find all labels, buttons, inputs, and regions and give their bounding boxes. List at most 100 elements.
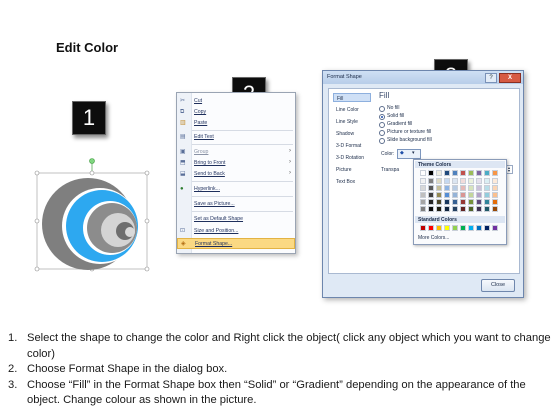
- theme-color-swatch[interactable]: [452, 199, 458, 205]
- theme-color-swatch[interactable]: [492, 192, 498, 198]
- theme-color-swatch[interactable]: [452, 178, 458, 184]
- category-text-box[interactable]: Text Box: [333, 177, 371, 186]
- standard-color-swatch[interactable]: [468, 225, 474, 231]
- theme-color-swatch[interactable]: [492, 206, 498, 212]
- theme-color-swatch[interactable]: [484, 206, 490, 212]
- standard-color-swatch[interactable]: [460, 225, 466, 231]
- color-picker-button[interactable]: ◆ ▾: [397, 149, 421, 159]
- menu-item-hyperlink[interactable]: ● Hyperlink...: [177, 184, 295, 194]
- theme-color-swatch[interactable]: [460, 170, 466, 176]
- theme-color-swatch[interactable]: [444, 185, 450, 191]
- theme-color-swatch[interactable]: [452, 185, 458, 191]
- theme-color-swatch[interactable]: [452, 206, 458, 212]
- standard-color-swatch[interactable]: [444, 225, 450, 231]
- theme-color-swatch[interactable]: [452, 192, 458, 198]
- theme-color-swatch[interactable]: [444, 199, 450, 205]
- menu-item-send-to-back[interactable]: ⬓ Send to Back ›: [177, 169, 295, 179]
- menu-item-set-default-shape[interactable]: Set as Default Shape: [177, 214, 295, 224]
- category-fill[interactable]: Fill: [333, 93, 371, 102]
- theme-color-swatch[interactable]: [476, 192, 482, 198]
- category-3d-rotation[interactable]: 3-D Rotation: [333, 153, 371, 162]
- theme-color-swatch[interactable]: [460, 192, 466, 198]
- menu-item-bring-to-front[interactable]: ⬒ Bring to Front ›: [177, 158, 295, 168]
- theme-color-swatch[interactable]: [428, 185, 434, 191]
- theme-color-swatch[interactable]: [420, 178, 426, 184]
- theme-color-swatch[interactable]: [452, 170, 458, 176]
- theme-color-swatch[interactable]: [484, 199, 490, 205]
- theme-color-swatch[interactable]: [420, 192, 426, 198]
- theme-color-swatch[interactable]: [436, 206, 442, 212]
- theme-color-swatch[interactable]: [436, 185, 442, 191]
- theme-color-swatch[interactable]: [436, 178, 442, 184]
- more-colors-link[interactable]: More Colors...: [418, 235, 449, 241]
- radio-picture-fill[interactable]: Picture or texture fill: [379, 129, 499, 136]
- theme-color-swatch[interactable]: [468, 185, 474, 191]
- theme-color-swatch[interactable]: [444, 170, 450, 176]
- theme-color-swatch[interactable]: [428, 199, 434, 205]
- help-button[interactable]: ?: [485, 73, 497, 83]
- theme-color-swatch[interactable]: [460, 178, 466, 184]
- theme-color-swatch[interactable]: [468, 170, 474, 176]
- standard-color-swatch[interactable]: [420, 225, 426, 231]
- theme-color-swatch[interactable]: [468, 199, 474, 205]
- menu-item-edit-text[interactable]: ▤ Edit Text: [177, 132, 295, 142]
- theme-color-swatch[interactable]: [428, 206, 434, 212]
- menu-item-save-as-picture[interactable]: Save as Picture...: [177, 199, 295, 209]
- menu-item-paste[interactable]: ▥ Paste: [177, 118, 295, 128]
- standard-color-swatch[interactable]: [452, 225, 458, 231]
- theme-color-swatch[interactable]: [444, 178, 450, 184]
- theme-color-swatch[interactable]: [436, 199, 442, 205]
- theme-color-swatch[interactable]: [444, 206, 450, 212]
- category-shadow[interactable]: Shadow: [333, 129, 371, 138]
- theme-color-swatch[interactable]: [468, 192, 474, 198]
- standard-color-swatch[interactable]: [428, 225, 434, 231]
- standard-color-swatch[interactable]: [436, 225, 442, 231]
- theme-color-swatch[interactable]: [476, 199, 482, 205]
- theme-color-swatch[interactable]: [444, 192, 450, 198]
- close-button[interactable]: Close: [481, 279, 515, 292]
- theme-color-swatch[interactable]: [484, 185, 490, 191]
- theme-color-swatch[interactable]: [492, 170, 498, 176]
- theme-color-swatch[interactable]: [484, 178, 490, 184]
- theme-color-swatch[interactable]: [476, 170, 482, 176]
- theme-color-swatch[interactable]: [428, 192, 434, 198]
- category-picture[interactable]: Picture: [333, 165, 371, 174]
- theme-color-swatch[interactable]: [428, 170, 434, 176]
- standard-color-swatch[interactable]: [484, 225, 490, 231]
- menu-item-cut[interactable]: ✂ Cut: [177, 96, 295, 106]
- theme-color-swatch[interactable]: [428, 178, 434, 184]
- menu-item-format-shape[interactable]: ◈ Format Shape...: [177, 238, 295, 249]
- theme-color-swatch[interactable]: [468, 178, 474, 184]
- category-line-color[interactable]: Line Color: [333, 105, 371, 114]
- theme-color-swatch[interactable]: [492, 185, 498, 191]
- standard-color-swatch[interactable]: [492, 225, 498, 231]
- theme-color-swatch[interactable]: [460, 185, 466, 191]
- theme-color-swatch[interactable]: [436, 192, 442, 198]
- close-window-button[interactable]: X: [499, 73, 521, 83]
- theme-color-swatch[interactable]: [484, 192, 490, 198]
- theme-color-swatch[interactable]: [476, 206, 482, 212]
- theme-color-swatch[interactable]: [436, 170, 442, 176]
- theme-color-swatch[interactable]: [468, 206, 474, 212]
- theme-color-swatch[interactable]: [420, 185, 426, 191]
- radio-slide-background-fill[interactable]: Slide background fill: [379, 137, 499, 144]
- radio-no-fill[interactable]: No fill: [379, 105, 499, 112]
- theme-color-swatch[interactable]: [420, 170, 426, 176]
- menu-item-size-and-position[interactable]: ⊡ Size and Position...: [177, 226, 295, 236]
- menu-item-group[interactable]: ▣ Group ›: [177, 147, 295, 157]
- menu-item-copy[interactable]: ⧉ Copy: [177, 107, 295, 117]
- selected-shape[interactable]: [30, 156, 154, 274]
- theme-color-swatch[interactable]: [476, 178, 482, 184]
- theme-color-swatch[interactable]: [492, 199, 498, 205]
- theme-color-swatch[interactable]: [420, 206, 426, 212]
- radio-solid-fill[interactable]: Solid fill: [379, 113, 499, 120]
- theme-color-swatch[interactable]: [420, 199, 426, 205]
- category-3d-format[interactable]: 3-D Format: [333, 141, 371, 150]
- theme-color-swatch[interactable]: [460, 199, 466, 205]
- standard-color-swatch[interactable]: [476, 225, 482, 231]
- theme-color-swatch[interactable]: [484, 170, 490, 176]
- theme-color-swatch[interactable]: [492, 178, 498, 184]
- theme-color-swatch[interactable]: [460, 206, 466, 212]
- theme-color-swatch[interactable]: [476, 185, 482, 191]
- radio-gradient-fill[interactable]: Gradient fill: [379, 121, 499, 128]
